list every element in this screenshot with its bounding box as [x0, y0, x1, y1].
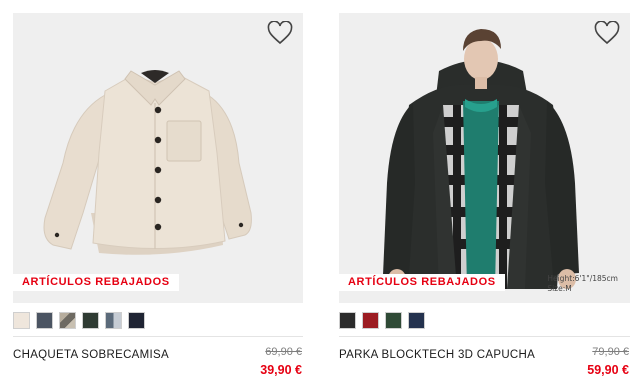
product-card[interactable]: ARTÍCULOS REBAJADOS Height:6'1"/185cm Si… — [339, 13, 630, 383]
product-card[interactable]: ARTÍCULOS REBAJADOS CHAQUETA SOBRECAMISA… — [13, 13, 303, 383]
model-size: Size:M — [547, 284, 572, 293]
color-swatch[interactable] — [105, 312, 122, 329]
sale-badge: ARTÍCULOS REBAJADOS — [13, 274, 179, 291]
color-swatches — [13, 312, 303, 329]
original-price: 79,90 € — [592, 346, 629, 358]
sale-price: 39,90 € — [260, 363, 302, 377]
divider — [13, 336, 303, 337]
product-info: CHAQUETA SOBRECAMISA 69,90 € 39,90 € — [13, 343, 303, 383]
model-height: Height:6'1"/185cm — [547, 274, 618, 283]
sale-badge: ARTÍCULOS REBAJADOS — [339, 274, 505, 291]
original-price: 69,90 € — [265, 346, 302, 358]
color-swatch[interactable] — [59, 312, 76, 329]
color-swatch[interactable] — [385, 312, 402, 329]
color-swatch[interactable] — [36, 312, 53, 329]
product-image[interactable]: ARTÍCULOS REBAJADOS Height:6'1"/185cm Si… — [339, 13, 630, 303]
color-swatch[interactable] — [339, 312, 356, 329]
color-swatch[interactable] — [362, 312, 379, 329]
divider — [339, 336, 630, 337]
product-image[interactable]: ARTÍCULOS REBAJADOS — [13, 13, 303, 303]
model-size-note: Height:6'1"/185cm Size:M — [547, 274, 618, 294]
color-swatch[interactable] — [408, 312, 425, 329]
product-name[interactable]: CHAQUETA SOBRECAMISA — [13, 349, 169, 361]
color-swatches — [339, 312, 630, 329]
hooded-parka-model-image — [339, 13, 630, 303]
product-info: PARKA BLOCKTECH 3D CAPUCHA 79,90 € 59,90… — [339, 343, 630, 383]
favorite-heart-icon[interactable] — [267, 20, 293, 45]
product-name[interactable]: PARKA BLOCKTECH 3D CAPUCHA — [339, 349, 535, 361]
sale-price: 59,90 € — [587, 363, 629, 377]
color-swatch[interactable] — [13, 312, 30, 329]
overshirt-jacket-image — [13, 13, 303, 303]
color-swatch[interactable] — [128, 312, 145, 329]
color-swatch[interactable] — [82, 312, 99, 329]
favorite-heart-icon[interactable] — [594, 20, 620, 45]
